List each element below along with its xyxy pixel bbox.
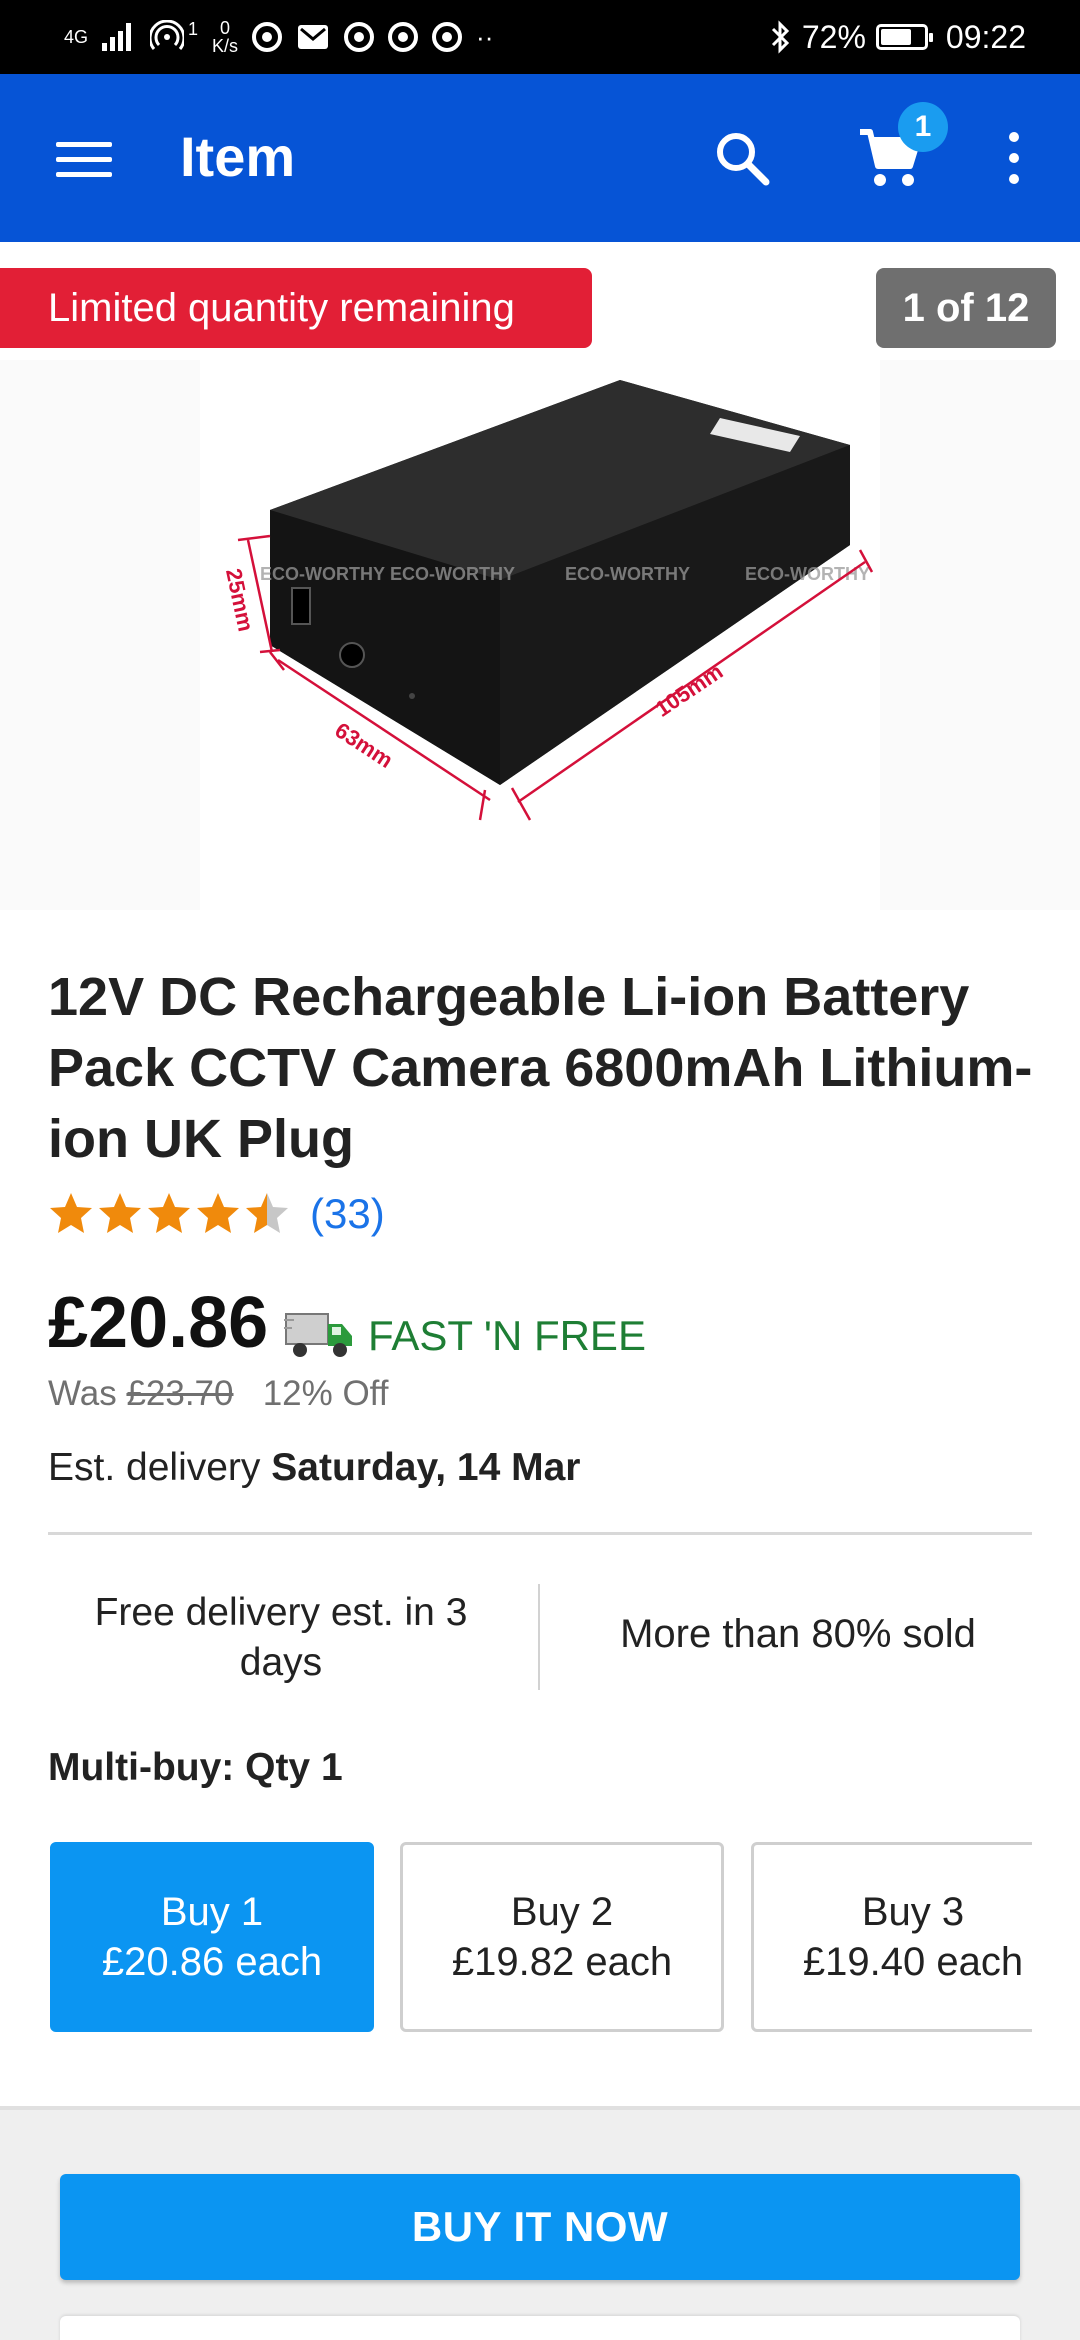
was-price: £23.70 (126, 1374, 234, 1413)
option-price: £19.40 each (802, 1940, 1024, 1984)
gallery-next-image[interactable] (880, 360, 1080, 910)
star-full-icon (50, 1193, 92, 1233)
status-bar: 4G 1 0 K/s ·· 72% 09:22 (0, 0, 1080, 74)
star-full-icon (99, 1193, 141, 1233)
svg-text:ECO-WORTHY: ECO-WORTHY (565, 564, 690, 584)
mail-icon (298, 25, 329, 49)
limited-quantity-banner: Limited quantity remaining (0, 268, 592, 348)
page-title: Item (180, 125, 296, 188)
network-type: 4G (64, 27, 89, 47)
option-label: Buy 1 (160, 1890, 264, 1934)
chrome-icon (252, 22, 283, 52)
multibuy-options: Buy 1 £20.86 each Buy 2 £19.82 each Buy … (48, 1842, 1032, 2036)
hotspot-icon (150, 20, 185, 50)
svg-text:ECO-WORTHY: ECO-WORTHY (745, 564, 870, 584)
secondary-action-button[interactable] (60, 2316, 1020, 2340)
rating-stars (48, 1191, 290, 1237)
speed-indicator: 0 K/s (212, 19, 238, 55)
info-separator (538, 1584, 540, 1690)
buy-3-option[interactable]: Buy 3 £19.40 each (751, 1842, 1032, 2032)
option-price: £20.86 each (101, 1940, 323, 1984)
rating-count-link[interactable]: (33) (310, 1190, 385, 1238)
star-half-icon (246, 1193, 288, 1233)
sold-info: More than 80% sold (620, 1612, 976, 1656)
dimension-height-label: 25mm (221, 566, 259, 633)
battery-icon (875, 24, 933, 50)
delivery-date: Saturday, 14 Mar (271, 1446, 581, 1489)
gallery-prev-image[interactable] (0, 360, 200, 910)
was-label: Was (48, 1374, 117, 1413)
speed-unit: K/s (212, 36, 239, 56)
more-vert-icon[interactable] (1004, 132, 1024, 186)
option-price: £19.82 each (451, 1940, 673, 1984)
option-label: Buy 2 (510, 1890, 614, 1934)
product-image[interactable]: ECO-WORTHY ECO-WORTHY ECO-WORTHY ECO-WOR… (200, 340, 880, 910)
star-full-icon (197, 1193, 239, 1233)
buy-it-now-button[interactable]: BUY IT NOW (60, 2174, 1020, 2280)
chrome-icon (432, 22, 463, 52)
buy-2-option[interactable]: Buy 2 £19.82 each (400, 1842, 724, 2032)
clock: 09:22 (945, 18, 1026, 55)
free-delivery-info: Free delivery est. in 3 days (94, 1591, 468, 1684)
was-price-row: Was £23.70 12% Off (48, 1374, 389, 1414)
option-label: Buy 3 (861, 1890, 965, 1934)
battery-pack-illustration: ECO-WORTHY ECO-WORTHY ECO-WORTHY ECO-WOR… (221, 380, 874, 821)
product-title: 12V DC Rechargeable Li-ion Battery Pack … (48, 967, 1033, 1169)
buy-1-option[interactable]: Buy 1 £20.86 each (50, 1842, 374, 2032)
image-counter: 1 of 12 (876, 268, 1056, 348)
divider (48, 1532, 1032, 1535)
estimated-delivery: Est. delivery Saturday, 14 Mar (48, 1446, 581, 1490)
star-full-icon (148, 1193, 190, 1233)
status-bar-left: 4G 1 0 K/s ·· (64, 14, 493, 60)
cart-badge[interactable]: 1 (898, 102, 948, 152)
chrome-icon (344, 22, 375, 52)
status-bar-right: 72% 09:22 (770, 14, 1026, 60)
truck-icon (284, 1313, 352, 1357)
delivery-label: Est. delivery (48, 1446, 261, 1489)
dimension-width-label: 63mm (331, 717, 398, 773)
fast-n-free-label: FAST 'N FREE (368, 1312, 646, 1359)
sim-number: 1 (188, 18, 199, 39)
menu-icon[interactable] (56, 142, 112, 178)
speed-value: 0 (220, 18, 231, 38)
battery-level (880, 29, 911, 45)
bluetooth-icon (771, 20, 789, 54)
discount: 12% Off (262, 1374, 389, 1413)
svg-text:ECO-WORTHY: ECO-WORTHY (390, 564, 515, 584)
search-icon[interactable] (712, 128, 772, 188)
battery-percent: 72% (801, 18, 866, 55)
image-watermark: ECO-WORTHY (260, 564, 385, 584)
price: £20.86 (48, 1283, 269, 1363)
more-notifications-icon: ·· (476, 21, 494, 52)
signal-icon (102, 23, 132, 51)
rating[interactable]: (33) (48, 1190, 385, 1238)
chrome-icon (388, 22, 419, 52)
app-bar: Item 1 (0, 74, 1080, 242)
network-indicator: 4G (64, 28, 88, 46)
multibuy-heading: Multi-buy: Qty 1 (48, 1746, 343, 1789)
